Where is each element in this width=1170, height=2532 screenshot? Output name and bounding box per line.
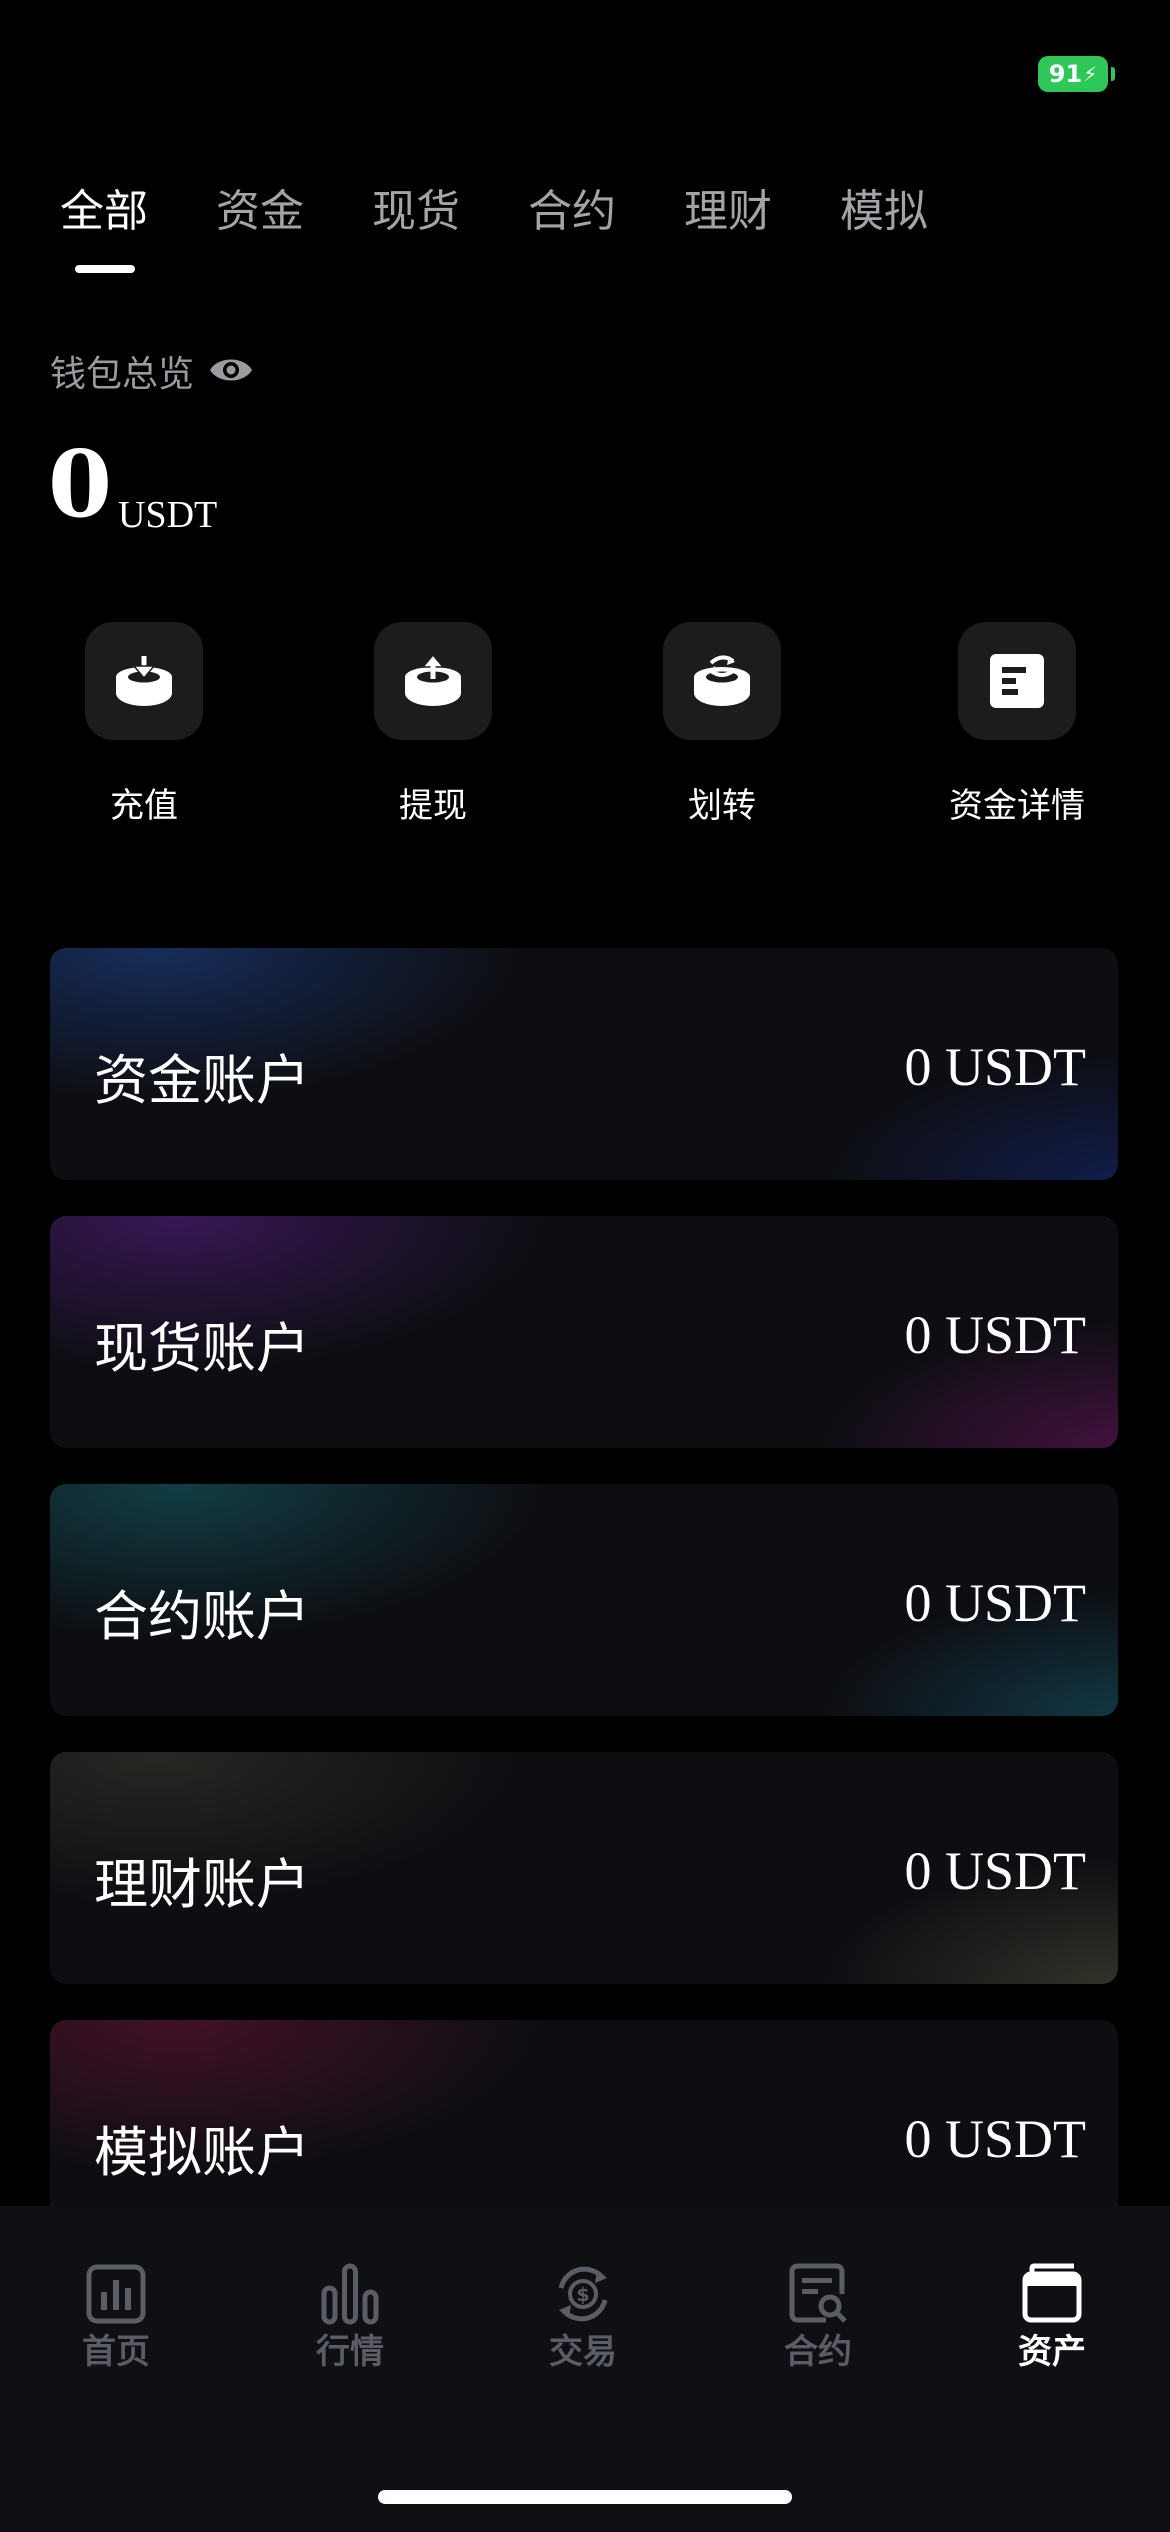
demo-account-card[interactable]: 模拟账户 0 USDT [50,2020,1118,2232]
funding-account-card[interactable]: 资金账户 0 USDT [50,948,1118,1180]
nav-assets[interactable]: 资产 [972,2262,1132,2373]
transfer-icon [694,655,750,706]
tab-funds[interactable]: 资金 [216,175,304,239]
transfer-icon-box [663,622,781,740]
bottom-navigation: 首页 行情 $ 交易 合约 资产 [0,2206,1170,2532]
dollar-exchange-icon: $ [558,2266,608,2322]
nav-label: 资产 [1018,2332,1086,2372]
nav-home[interactable]: 首页 [36,2262,196,2373]
withdraw-icon [405,653,461,706]
account-balance: 0 USDT [904,1305,1086,1365]
spot-account-card[interactable]: 现货账户 0 USDT [50,1216,1118,1448]
tab-futures[interactable]: 合约 [528,175,616,239]
active-tab-indicator [75,265,135,273]
wallet-overview-label: 钱包总览 [50,354,195,395]
futures-account-card[interactable]: 合约账户 0 USDT [50,1484,1118,1716]
nav-market[interactable]: 行情 [270,2262,430,2373]
home-indicator[interactable] [378,2490,792,2504]
withdraw-icon-box [374,622,492,740]
account-balance: 0 USDT [904,1037,1086,1097]
account-name: 理财账户 [94,1853,310,1916]
account-name: 模拟账户 [94,2121,310,2184]
tab-all[interactable]: 全部 [60,175,148,239]
battery-indicator: 91 ⚡ [1038,56,1108,92]
nav-label: 首页 [82,2332,150,2372]
withdraw-label: 提现 [399,786,467,826]
account-name: 现货账户 [94,1317,310,1380]
account-balance: 0 USDT [904,1573,1086,1633]
svg-text:$: $ [576,2284,589,2306]
deposit-icon [116,655,172,706]
home-chart-icon [86,2264,146,2324]
earn-account-card[interactable]: 理财账户 0 USDT [50,1752,1118,1984]
contract-search-icon [789,2263,847,2323]
withdraw-button[interactable]: 提现 [333,622,533,827]
deposit-label: 充值 [110,786,178,826]
assets-page: 91 ⚡ 全部 资金 现货 合约 理财 模拟 钱包总览 0 USDT 充值 提现… [0,0,1170,2532]
tab-demo[interactable]: 模拟 [840,175,928,239]
account-balance: 0 USDT [904,1841,1086,1901]
battery-tip [1111,67,1115,81]
fund-details-button[interactable]: 资金详情 [917,622,1117,827]
total-balance-unit: USDT [118,494,218,536]
nav-contract[interactable]: 合约 [738,2262,898,2373]
deposit-icon-box [85,622,203,740]
bar-chart-icon [321,2263,379,2325]
nav-trade[interactable]: $ 交易 [503,2262,663,2373]
account-name: 合约账户 [94,1585,310,1648]
total-balance-value: 0 [48,430,113,538]
nav-label: 交易 [549,2332,617,2372]
charging-bolt-icon: ⚡ [1083,62,1098,86]
nav-label: 行情 [316,2332,384,2372]
details-icon-box [958,622,1076,740]
transfer-label: 划转 [688,786,756,826]
tab-spot[interactable]: 现货 [372,175,460,239]
tab-earn[interactable]: 理财 [684,175,772,239]
account-balance: 0 USDT [904,2109,1086,2169]
deposit-button[interactable]: 充值 [44,622,244,827]
eye-icon[interactable] [208,352,254,388]
battery-level: 91 [1048,60,1083,88]
fund-details-label: 资金详情 [949,786,1085,826]
nav-label: 合约 [784,2332,852,2372]
transfer-button[interactable]: 划转 [622,622,822,827]
wallet-icon [1022,2263,1082,2323]
details-icon [990,654,1044,708]
account-name: 资金账户 [94,1049,310,1112]
